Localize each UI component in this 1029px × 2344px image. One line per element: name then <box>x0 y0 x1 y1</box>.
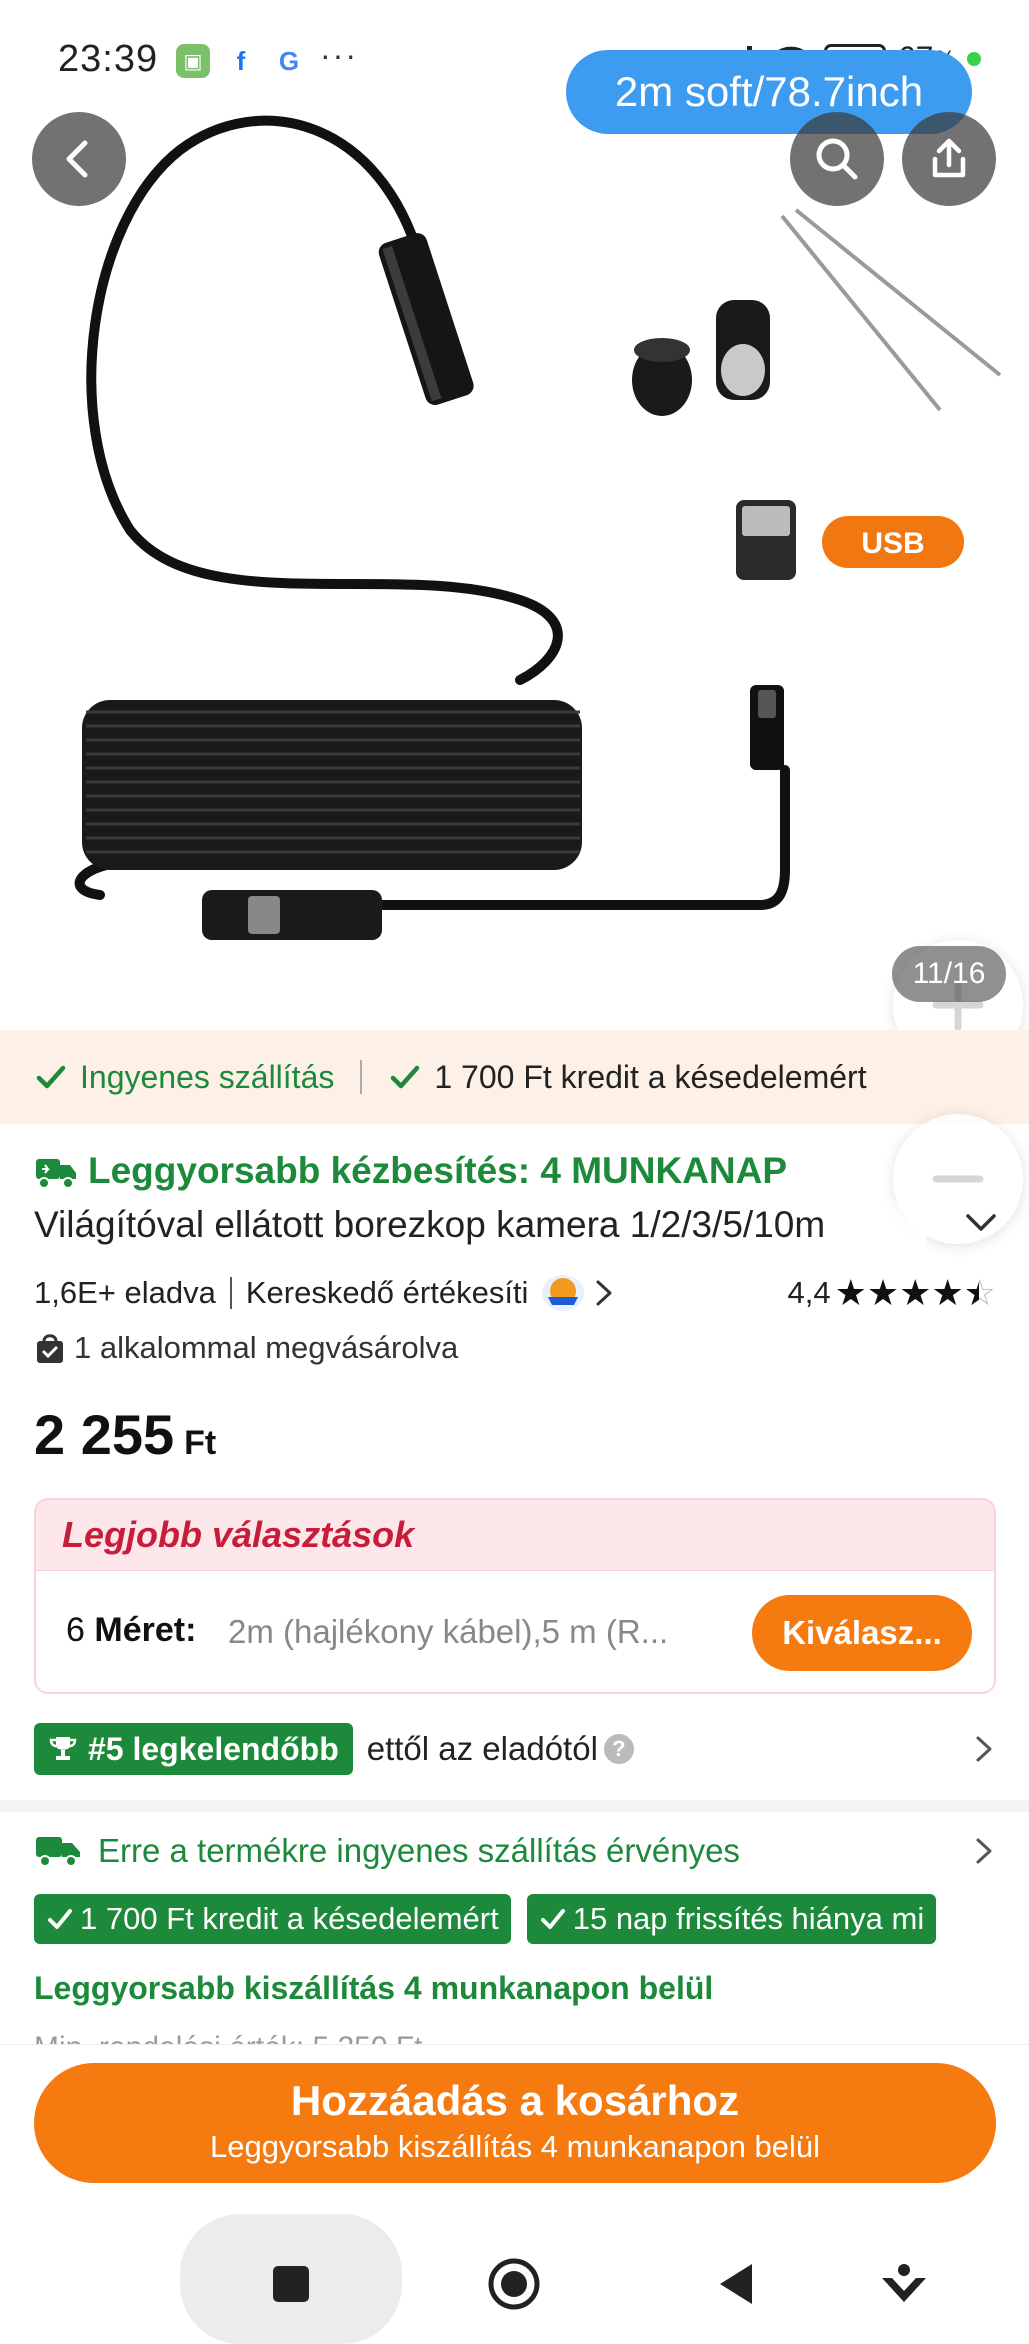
more-notifications-icon: ··· <box>320 36 358 73</box>
share-icon <box>932 138 966 178</box>
size-selector[interactable]: 6 Méret: 2m (hajlékony kábel),5 m (R... … <box>36 1570 994 1692</box>
add-to-cart-sublabel: Leggyorsabb kiszállítás 4 munkanapon bel… <box>209 2129 821 2164</box>
selected-variant-pill[interactable]: 2m soft/78.7inch <box>566 50 972 134</box>
star-full-icon: ★ <box>866 1272 899 1313</box>
privacy-dot-icon <box>967 51 981 66</box>
size-label: 6 Méret: <box>66 1611 196 1650</box>
circle-icon <box>488 2258 540 2310</box>
add-to-cart-button[interactable]: Hozzáadás a kosárhoz Leggyorsabb kiszáll… <box>34 2063 996 2183</box>
price-amount: 2 255 <box>34 1403 175 1466</box>
bought-times-text: 1 alkalommal megvásárolva <box>74 1330 459 1365</box>
back-button[interactable] <box>32 112 126 206</box>
best-picks-card: Legjobb választások 6 Méret: 2m (hajléko… <box>34 1498 996 1694</box>
product-price: 2 255 Ft <box>34 1402 216 1467</box>
chevron-left-icon <box>66 140 88 178</box>
check-icon <box>48 1909 72 1929</box>
chevron-down-icon[interactable] <box>964 1212 998 1234</box>
divider <box>360 1060 363 1094</box>
check-icon <box>540 1909 565 1929</box>
benefits-bar[interactable]: Ingyenes szállítás 1 700 Ft kredit a kés… <box>0 1030 1029 1124</box>
star-full-icon: ★ <box>899 1272 931 1313</box>
chevron-down-icon <box>882 2264 926 2302</box>
back-nav-button[interactable] <box>706 2254 766 2314</box>
size-label-text: Méret: <box>94 1611 197 1649</box>
square-icon <box>273 2266 309 2302</box>
chevron-right-icon[interactable] <box>972 1734 996 1764</box>
benefit-late-credit: 1 700 Ft kredit a késedelemért <box>388 1058 867 1096</box>
section-divider <box>0 1800 1029 1812</box>
search-icon <box>816 138 858 180</box>
share-button[interactable] <box>902 112 996 206</box>
product-image-gallery[interactable]: USB 23:39 ▣ f G ··· 67% 2m soft/78.7inch… <box>0 0 1029 1030</box>
shipping-tag-label: 15 nap frissítés hiánya mi <box>572 1901 925 1936</box>
star-full-icon: ★ <box>834 1272 867 1313</box>
shipping-tag-label: 1 700 Ft kredit a késedelemért <box>80 1901 499 1936</box>
bestseller-text: ettől az eladótól <box>366 1730 598 1767</box>
seller-logo-icon[interactable] <box>542 1275 585 1311</box>
trophy-icon <box>49 1737 77 1760</box>
star-full-icon: ★ <box>931 1272 963 1313</box>
product-stats: 1,6E+ eladva Kereskedő értékesíti 4,4 ★ … <box>34 1272 996 1314</box>
free-shipping-text: Erre a termékre ingyenes szállítás érvén… <box>98 1832 740 1869</box>
rating-stars: ★ ★ ★ ★ ☆★ <box>834 1272 996 1314</box>
seller-link[interactable]: Kereskedő értékesíti <box>246 1275 529 1311</box>
android-app-icon: ▣ <box>176 44 210 78</box>
image-counter: 11/16 <box>892 946 1006 1002</box>
rating-value: 4,4 <box>787 1275 831 1310</box>
best-picks-title: Legjobb választások <box>62 1514 415 1555</box>
bottom-action-bar: Hozzáadás a kosárhoz Leggyorsabb kiszáll… <box>0 2044 1029 2204</box>
bestseller-badge: #5 legkelendőbb <box>34 1723 353 1775</box>
check-icon <box>391 1065 420 1089</box>
search-button[interactable] <box>790 112 884 206</box>
choose-size-button[interactable]: Kiválasz... <box>752 1595 972 1671</box>
benefit-free-shipping-label: Ingyenes szállítás <box>80 1058 335 1095</box>
divider <box>229 1277 232 1309</box>
delivery-headline: Leggyorsabb kézbesítés: 4 MUNKANAP <box>34 1150 787 1192</box>
google-icon: G <box>278 45 300 76</box>
assistant-button[interactable] <box>874 2254 934 2314</box>
title-fade <box>846 1200 926 1254</box>
bestseller-badge-text: #5 legkelendőbb <box>88 1730 339 1767</box>
add-to-cart-label: Hozzáadás a kosárhoz <box>290 2077 740 2124</box>
product-rating[interactable]: 4,4 ★ ★ ★ ★ ☆★ <box>787 1272 996 1314</box>
star-half-icon: ☆★ <box>963 1272 996 1313</box>
clock: 23:39 <box>58 38 159 80</box>
price-currency: Ft <box>184 1424 217 1462</box>
size-options-preview[interactable]: 2m (hajlékony kábel),5 m (R... <box>228 1613 768 1651</box>
shopping-bag-icon <box>37 1334 63 1363</box>
chevron-right-icon[interactable] <box>972 1836 996 1866</box>
recent-apps-button[interactable] <box>261 2254 321 2314</box>
bought-times: 1 alkalommal megvásárolva <box>34 1330 458 1366</box>
triangle-back-icon <box>720 2264 752 2304</box>
system-navigation-bar <box>0 2204 1029 2344</box>
check-icon <box>36 1065 66 1089</box>
minus-icon <box>932 1175 984 1183</box>
sold-count: 1,6E+ eladva <box>34 1275 216 1310</box>
shipping-tags: 1 700 Ft kredit a késedelemért 15 nap fr… <box>34 1894 1029 1944</box>
shipping-tag: 15 nap frissítés hiánya mi <box>526 1894 937 1944</box>
home-button[interactable] <box>484 2254 544 2314</box>
size-count: 6 <box>66 1611 85 1649</box>
benefit-late-credit-label: 1 700 Ft kredit a késedelemért <box>434 1058 867 1095</box>
help-icon[interactable]: ? <box>603 1734 634 1764</box>
chevron-right-icon[interactable] <box>592 1278 616 1308</box>
fastest-delivery-text: Leggyorsabb kiszállítás 4 munkanapon bel… <box>34 1970 714 2006</box>
bestseller-rank-row[interactable]: #5 legkelendőbb ettől az eladótól ? <box>34 1722 996 1776</box>
delivery-truck-icon <box>36 1159 76 1189</box>
usb-tag-label: USB <box>861 527 924 560</box>
delivery-headline-text: Leggyorsabb kézbesítés: 4 MUNKANAP <box>88 1150 788 1191</box>
free-shipping-row[interactable]: Erre a termékre ingyenes szállítás érvén… <box>34 1832 996 1870</box>
shipping-tag: 1 700 Ft kredit a késedelemért <box>34 1894 511 1944</box>
benefit-free-shipping: Ingyenes szállítás <box>34 1059 334 1096</box>
delivery-truck-icon <box>36 1837 80 1867</box>
notification-icons: ▣ f G ··· <box>176 37 358 78</box>
product-title[interactable]: Világítóval ellátott borezkop kamera 1/2… <box>34 1204 914 1246</box>
facebook-icon: f <box>236 45 246 76</box>
